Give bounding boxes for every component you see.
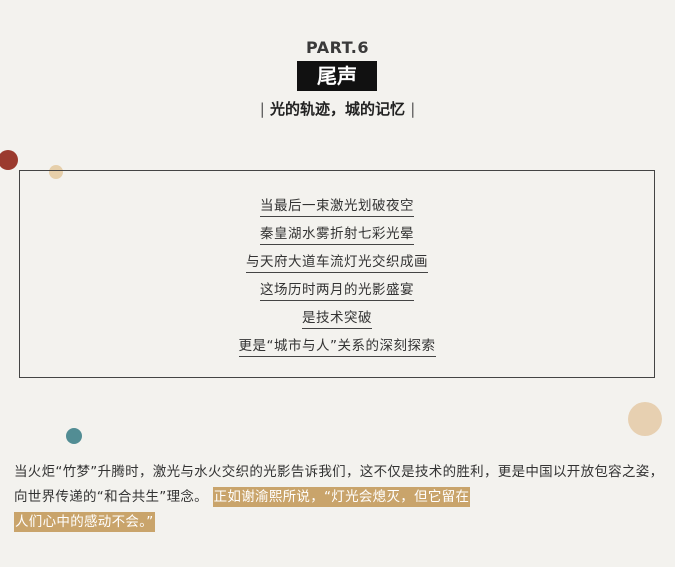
highlight-quote-line2: 人们心中的感动不会。” (14, 512, 155, 532)
poem-line: 是技术突破 (20, 309, 654, 329)
subtitle-text: 光的轨迹，城的记忆 (269, 100, 405, 118)
poem-box: 当最后一束激光划破夜空 秦皇湖水雾折射七彩光晕 与天府大道车流灯光交织成画 这场… (19, 170, 655, 378)
highlight-quote-line1: 正如谢渝熙所说，“灯光会熄灭，但它留在 (212, 487, 471, 507)
section-subtitle: | 光的轨迹，城的记忆 | (0, 98, 675, 119)
poem-line: 秦皇湖水雾折射七彩光晕 (20, 225, 654, 245)
poem-line: 更是“城市与人”关系的深刻探索 (20, 337, 654, 357)
poem-line: 与天府大道车流灯光交织成画 (20, 253, 654, 273)
decor-dot-beige-large (628, 402, 662, 436)
decor-dot-red (0, 150, 18, 170)
poem-line: 当最后一束激光划破夜空 (20, 197, 654, 217)
part-label: PART.6 (306, 38, 369, 57)
subtitle-right-bar: | (410, 100, 416, 118)
section-title: 尾声 (297, 61, 377, 91)
poem-line: 这场历时两月的光影盛宴 (20, 281, 654, 301)
subtitle-left-bar: | (259, 100, 265, 118)
closing-paragraph: 当火炬“竹梦”升腾时，激光与水火交织的光影告诉我们，这不仅是技术的胜利，更是中国… (14, 460, 666, 535)
decor-dot-teal (66, 428, 82, 444)
